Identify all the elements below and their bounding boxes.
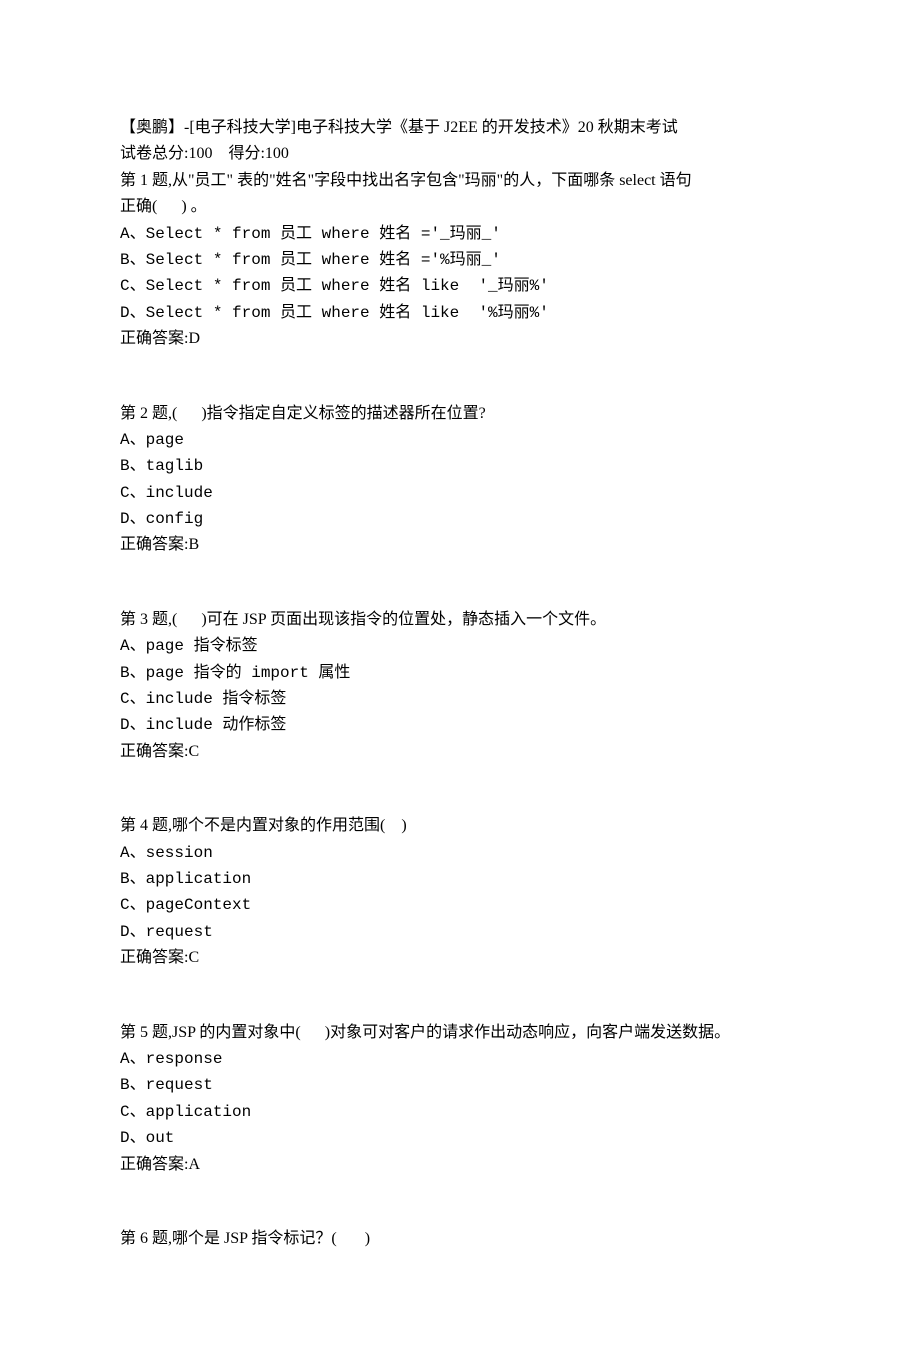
exam-title: 【奥鹏】-[电子科技大学]电子科技大学《基于 J2EE 的开发技术》20 秋期末… [120,115,800,141]
question-block: 第 4 题,哪个不是内置对象的作用范围( ) A、session B、appli… [120,813,800,971]
answer-option: A、page 指令标签 [120,633,800,659]
answer-option: B、taglib [120,453,800,479]
question-prompt: 第 5 题,JSP 的内置对象中( )对象可对客户的请求作出动态响应，向客户端发… [120,1020,800,1046]
exam-header: 【奥鹏】-[电子科技大学]电子科技大学《基于 J2EE 的开发技术》20 秋期末… [120,115,800,168]
question-block: 第 1 题,从"员工" 表的"姓名"字段中找出名字包含"玛丽"的人，下面哪条 s… [120,168,800,353]
answer-option: B、request [120,1072,800,1098]
correct-answer: 正确答案:D [120,326,800,352]
correct-answer: 正确答案:A [120,1152,800,1178]
answer-option: C、application [120,1099,800,1125]
answer-option: A、page [120,427,800,453]
answer-option: D、request [120,919,800,945]
answer-option: B、Select * from 员工 where 姓名 ='%玛丽_' [120,247,800,273]
question-prompt: 第 2 题,( )指令指定自定义标签的描述器所在位置? [120,401,800,427]
answer-option: C、include 指令标签 [120,686,800,712]
answer-option: A、response [120,1046,800,1072]
question-prompt: 第 4 题,哪个不是内置对象的作用范围( ) [120,813,800,839]
answer-option: C、Select * from 员工 where 姓名 like '_玛丽%' [120,273,800,299]
answer-option: C、include [120,480,800,506]
question-block: 第 3 题,( )可在 JSP 页面出现该指令的位置处，静态插入一个文件。 A、… [120,607,800,765]
question-prompt: 第 3 题,( )可在 JSP 页面出现该指令的位置处，静态插入一个文件。 [120,607,800,633]
correct-answer: 正确答案:C [120,739,800,765]
question-prompt: 第 6 题,哪个是 JSP 指令标记？( ) [120,1226,800,1252]
document-page: 【奥鹏】-[电子科技大学]电子科技大学《基于 J2EE 的开发技术》20 秋期末… [0,0,920,1360]
question-block: 第 2 题,( )指令指定自定义标签的描述器所在位置? A、page B、tag… [120,401,800,559]
question-block: 第 5 题,JSP 的内置对象中( )对象可对客户的请求作出动态响应，向客户端发… [120,1020,800,1178]
answer-option: B、application [120,866,800,892]
answer-option: D、config [120,506,800,532]
answer-option: D、Select * from 员工 where 姓名 like '%玛丽%' [120,300,800,326]
answer-option: A、session [120,840,800,866]
question-block: 第 6 题,哪个是 JSP 指令标记？( ) [120,1226,800,1252]
answer-option: C、pageContext [120,892,800,918]
correct-answer: 正确答案:B [120,532,800,558]
answer-option: A、Select * from 员工 where 姓名 ='_玛丽_' [120,221,800,247]
exam-score-line: 试卷总分:100 得分:100 [120,141,800,167]
question-prompt: 第 1 题,从"员工" 表的"姓名"字段中找出名字包含"玛丽"的人，下面哪条 s… [120,168,800,194]
correct-answer: 正确答案:C [120,945,800,971]
question-prompt: 正确( ) 。 [120,194,800,220]
answer-option: D、out [120,1125,800,1151]
answer-option: D、include 动作标签 [120,712,800,738]
answer-option: B、page 指令的 import 属性 [120,660,800,686]
